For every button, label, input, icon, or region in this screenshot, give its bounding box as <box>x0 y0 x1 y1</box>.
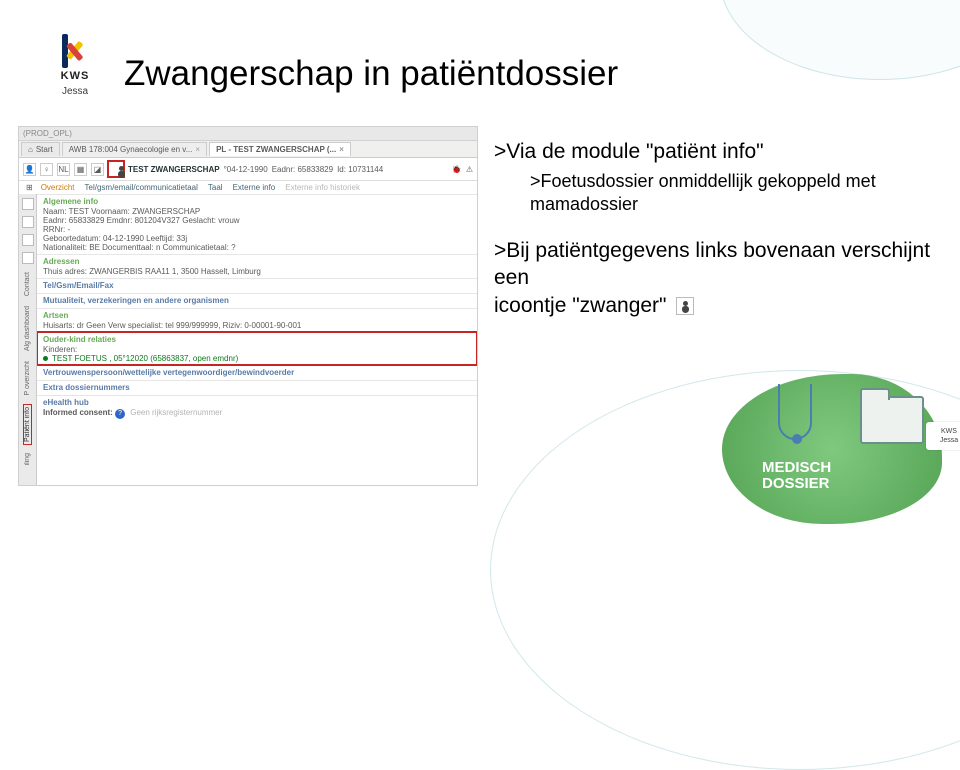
logo-text-jessa: Jessa <box>44 86 106 97</box>
patient-id: Id: 10731144 <box>337 165 383 174</box>
bullet-2: >Bij patiëntgegevens links bovenaan vers… <box>494 237 934 319</box>
field-thuisadres: Thuis adres: ZWANGERBIS RAA11 1, 3500 Ha… <box>43 267 471 276</box>
tab-start[interactable]: ⌂Start <box>21 142 60 156</box>
tab-patient[interactable]: PL - TEST ZWANGERSCHAP (...× <box>209 142 351 156</box>
section-header: Adressen <box>43 257 471 266</box>
patient-subtabs: ⊞ Overzicht Tel/gsm/email/communicatieta… <box>19 181 477 194</box>
patient-header-bar: 👤 ♀ NL ▦ ◪ TEST ZWANGERSCHAP °04-12-1990… <box>19 158 477 181</box>
field-geboorte: Geboortedatum: 04-12-1990 Leeftijd: 33j <box>43 234 471 243</box>
section-header: Ouder-kind relaties <box>43 335 471 344</box>
pregnant-inline-icon <box>676 297 694 315</box>
informed-consent-row: Informed consent: ? Geen rijksregisternu… <box>43 408 471 419</box>
section-mutualiteit: Mutualiteit, verzekeringen en andere org… <box>37 293 477 308</box>
section-algemene: Algemene info Naam: TEST Voornaam: ZWANG… <box>37 194 477 254</box>
section-extra: Extra dossiernummers <box>37 380 477 395</box>
toolbar-icon-a[interactable]: ▦ <box>74 163 87 176</box>
close-icon[interactable]: × <box>339 145 344 154</box>
field-naam: Naam: TEST Voornaam: ZWANGERSCHAP <box>43 207 471 216</box>
subtab-taal[interactable]: Taal <box>203 181 228 194</box>
folder-icon <box>860 396 924 444</box>
field-nationaliteit: Nationaliteit: BE Documenttaal: n Commun… <box>43 243 471 252</box>
kws-logo-icon <box>57 34 93 68</box>
subtab-externe[interactable]: Externe info <box>228 181 281 194</box>
expand-icon[interactable]: ⊞ <box>23 181 36 194</box>
sidebar-item-contact[interactable]: Contact <box>24 270 31 298</box>
patient-dob: °04-12-1990 <box>224 165 268 174</box>
mini-jessa: Jessa <box>930 437 960 444</box>
logo-text-kws: KWS <box>44 70 106 82</box>
explanation-column: >Via de module "patiënt info" >Foetusdos… <box>494 140 934 319</box>
sidebar-item-filing[interactable]: iling <box>24 451 31 467</box>
section-header: Mutualiteit, verzekeringen en andere org… <box>43 296 471 305</box>
tab-awb[interactable]: AWB 178:004 Gynaecologie en v... × <box>62 142 207 156</box>
patient-eadnr: Eadnr: 65833829 <box>272 165 333 174</box>
tab-strip: ⌂Start AWB 178:004 Gynaecologie en v... … <box>19 141 477 158</box>
section-header: Vertrouwenspersoon/wettelijke vertegenwo… <box>43 368 471 377</box>
window-env-bar: (PROD_OPL) <box>19 127 477 141</box>
left-sidebar: Contact Alg dashboard P overzicht Patiën… <box>19 194 37 486</box>
medisch-dossier-illustration: MEDISCHDOSSIER KWS Jessa <box>722 374 942 524</box>
sidebar-item-patientinfo[interactable]: Patiënt info <box>23 404 32 445</box>
subtab-overzicht[interactable]: Overzicht <box>36 181 80 194</box>
patient-avatar-icon: 👤 <box>23 163 36 176</box>
toolbar-icon-b[interactable]: ◪ <box>91 163 104 176</box>
kinderen-label: Kinderen: <box>43 345 471 354</box>
field-rrn: RRNr: - <box>43 225 471 234</box>
close-icon[interactable]: × <box>195 145 200 154</box>
section-tel: Tel/Gsm/Email/Fax <box>37 278 477 293</box>
section-artsen: Artsen Huisarts: dr Geen Verw specialist… <box>37 308 477 332</box>
gender-icon: ♀ <box>40 163 53 176</box>
logo-block: KWS Jessa <box>44 34 106 97</box>
foetus-link[interactable]: TEST FOETUS , 05°12020 (65863837, open e… <box>43 354 471 363</box>
bullet-1a: >Foetusdossier onmiddellijk gekoppeld me… <box>494 170 934 215</box>
app-screenshot: (PROD_OPL) ⌂Start AWB 178:004 Gynaecolog… <box>18 126 478 486</box>
bullet-1: >Via de module "patiënt info" <box>494 140 934 164</box>
patient-name: TEST ZWANGERSCHAP <box>128 165 220 174</box>
field-huisarts: Huisarts: dr Geen Verw specialist: tel 9… <box>43 321 471 330</box>
sidebar-icon-3[interactable] <box>22 234 34 246</box>
illust-label: MEDISCHDOSSIER <box>762 460 831 492</box>
lang-badge: NL <box>57 163 70 176</box>
sidebar-icon-4[interactable] <box>22 252 34 264</box>
pregnant-icon[interactable] <box>108 161 124 177</box>
section-adressen: Adressen Thuis adres: ZWANGERBIS RAA11 1… <box>37 254 477 278</box>
sidebar-icon-2[interactable] <box>22 216 34 228</box>
question-icon: ? <box>115 409 125 419</box>
decorative-curve-top <box>720 0 960 80</box>
field-eadnr: Eadnr: 65833829 Emdnr: 801204V327 Geslac… <box>43 216 471 225</box>
allergy-icon: 🐞 <box>452 165 462 174</box>
mini-logos: KWS Jessa <box>926 422 960 450</box>
section-ouder-kind: Ouder-kind relaties Kinderen: TEST FOETU… <box>37 332 477 365</box>
home-icon: ⌂ <box>28 145 33 154</box>
sidebar-item-poverzicht[interactable]: P overzicht <box>24 359 31 398</box>
section-header: Extra dossiernummers <box>43 383 471 392</box>
sidebar-item-dashboard[interactable]: Alg dashboard <box>24 304 31 353</box>
content-pane: Algemene info Naam: TEST Voornaam: ZWANG… <box>37 194 477 486</box>
bullet-icon <box>43 356 48 361</box>
section-header: eHealth hub <box>43 398 471 407</box>
section-vertrouwen: Vertrouwenspersoon/wettelijke vertegenwo… <box>37 365 477 380</box>
page-title: Zwangerschap in patiëntdossier <box>124 54 618 94</box>
section-header: Artsen <box>43 311 471 320</box>
sidebar-icon-1[interactable] <box>22 198 34 210</box>
subtab-historiek: Externe info historiek <box>280 181 365 194</box>
section-ehealth: eHealth hub Informed consent: ? Geen rij… <box>37 395 477 421</box>
section-header: Algemene info <box>43 197 471 206</box>
subtab-tel[interactable]: Tel/gsm/email/communicatietaal <box>80 181 203 194</box>
mini-kws: KWS <box>930 428 960 435</box>
stethoscope-icon <box>778 384 812 440</box>
section-header: Tel/Gsm/Email/Fax <box>43 281 471 290</box>
warn-icon: ⚠ <box>466 165 473 174</box>
